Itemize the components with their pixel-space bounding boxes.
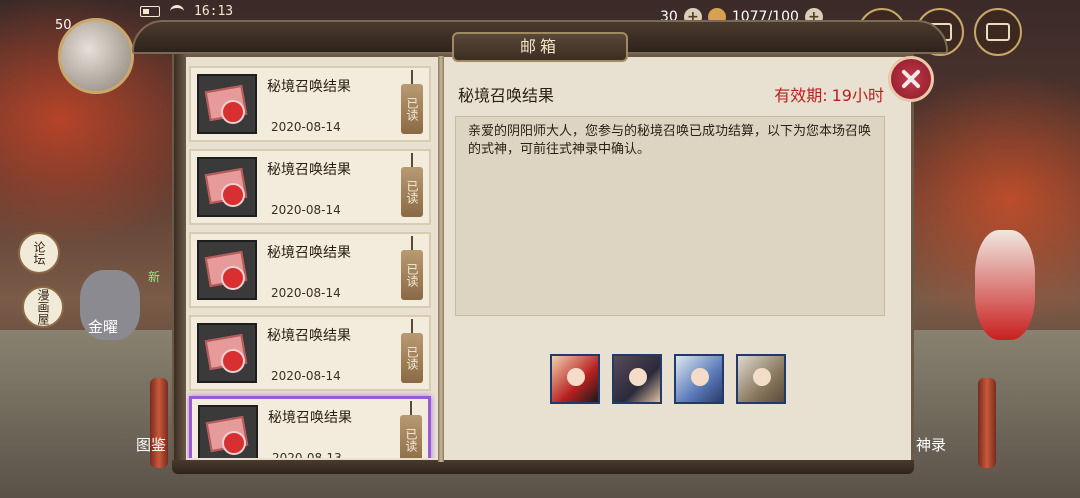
mail-date: 2020-08-14 bbox=[271, 369, 341, 383]
read-tag: 已读 bbox=[401, 153, 423, 217]
validity: 有效期: 19小时 bbox=[774, 82, 884, 106]
shikigami-portrait-4[interactable] bbox=[736, 354, 786, 404]
handbook-button[interactable]: 图鉴 bbox=[136, 434, 166, 455]
new-label: 新 bbox=[148, 270, 161, 284]
read-tag: 已读 bbox=[401, 319, 423, 383]
list-divider bbox=[438, 56, 444, 462]
reward-list bbox=[550, 354, 786, 404]
shikigami-record-button[interactable]: 神录 bbox=[916, 434, 946, 455]
chat-icon[interactable] bbox=[974, 8, 1022, 56]
mail-item[interactable]: 秘境召唤结果 2020-08-14 已读 bbox=[189, 315, 431, 391]
mail-body-box: 亲爱的阴阳师大人，您参与的秘境召唤已成功结算，以下为您本场召唤的式神，可前往式神… bbox=[455, 116, 885, 316]
read-tag: 已读 bbox=[400, 401, 422, 458]
forum-label: 论坛 bbox=[32, 241, 46, 265]
mail-body-text: 亲爱的阴阳师大人，您参与的秘境召唤已成功结算，以下为您本场召唤的式神，可前往式神… bbox=[468, 124, 872, 157]
weekday-label: 金曜 bbox=[88, 318, 119, 336]
mailbox-left-rail bbox=[174, 54, 186, 464]
mail-item-selected[interactable]: 秘境召唤结果 2020-08-13 已读 bbox=[189, 396, 431, 458]
envelope-icon bbox=[197, 74, 257, 134]
clock: 16:13 bbox=[194, 3, 234, 19]
shrine-character bbox=[975, 230, 1035, 340]
battery-icon bbox=[140, 5, 160, 17]
forum-button[interactable]: 论坛 bbox=[18, 232, 60, 274]
read-tag: 已读 bbox=[401, 236, 423, 300]
player-level: 50 bbox=[55, 18, 72, 33]
shikigami-portrait-2[interactable] bbox=[612, 354, 662, 404]
mail-item[interactable]: 秘境召唤结果 2020-08-14 已读 bbox=[189, 66, 431, 142]
mailbox-title: 邮箱 bbox=[452, 32, 628, 62]
mail-title: 秘境召唤结果 bbox=[267, 245, 351, 261]
validity-value: 19小时 bbox=[831, 86, 884, 105]
scroll-right bbox=[978, 378, 996, 468]
read-tag: 已读 bbox=[401, 70, 423, 134]
mail-detail-title: 秘境召唤结果 bbox=[458, 86, 555, 105]
wifi-icon bbox=[170, 4, 184, 18]
shikigami-portrait-1[interactable] bbox=[550, 354, 600, 404]
mail-title: 秘境召唤结果 bbox=[267, 79, 351, 95]
envelope-icon bbox=[197, 240, 257, 300]
mail-title: 秘境召唤结果 bbox=[268, 410, 352, 426]
mail-title: 秘境召唤结果 bbox=[267, 328, 351, 344]
mail-title: 秘境召唤结果 bbox=[267, 162, 351, 178]
mailbox-frame-bottom bbox=[172, 460, 914, 474]
status-bar: 16:13 bbox=[140, 2, 233, 20]
mail-item[interactable]: 秘境召唤结果 2020-08-14 已读 bbox=[189, 149, 431, 225]
validity-label: 有效期: bbox=[774, 86, 828, 105]
envelope-icon bbox=[197, 157, 257, 217]
manga-label: 漫画屋 bbox=[36, 289, 50, 325]
mail-date: 2020-08-14 bbox=[271, 203, 341, 217]
mail-date: 2020-08-14 bbox=[271, 286, 341, 300]
envelope-icon bbox=[197, 323, 257, 383]
mail-date: 2020-08-13 bbox=[272, 451, 342, 458]
envelope-icon bbox=[198, 405, 258, 458]
shikigami-portrait-3[interactable] bbox=[674, 354, 724, 404]
close-button[interactable] bbox=[888, 56, 934, 102]
mail-list[interactable]: 秘境召唤结果 2020-08-14 已读 秘境召唤结果 2020-08-14 已… bbox=[187, 62, 435, 458]
manga-button[interactable]: 漫画屋 bbox=[22, 286, 64, 328]
mail-item[interactable]: 秘境召唤结果 2020-08-14 已读 bbox=[189, 232, 431, 308]
mail-date: 2020-08-14 bbox=[271, 120, 341, 134]
